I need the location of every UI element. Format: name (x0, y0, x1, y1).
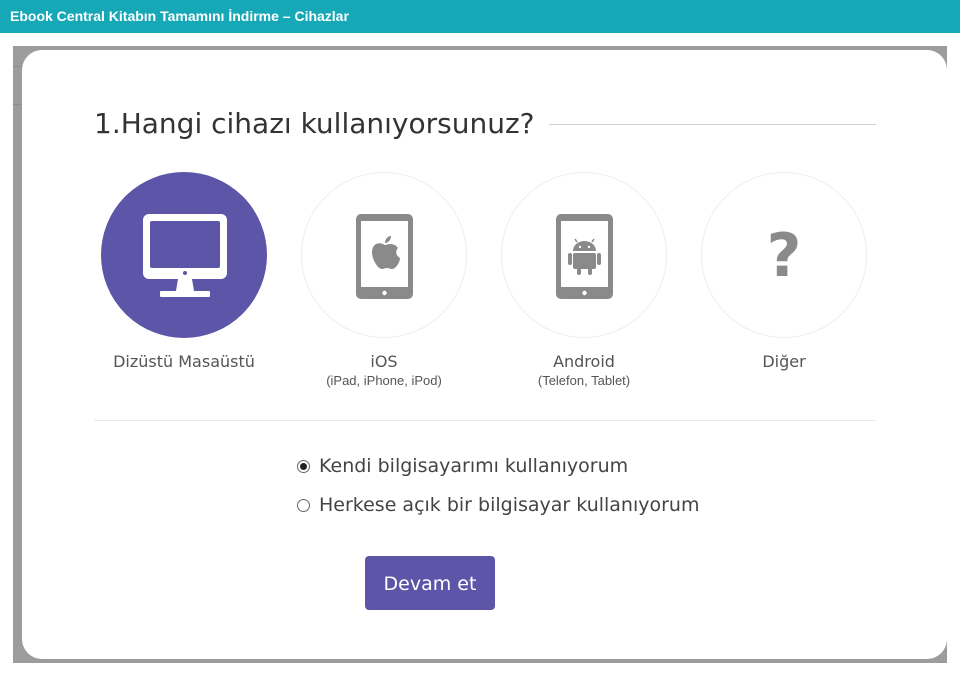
device-label-ios: iOS (370, 352, 398, 371)
device-label-android: Android (553, 352, 615, 371)
device-label-desktop: Dizüstü Masaüstü (113, 352, 255, 371)
heading-rule (549, 124, 876, 125)
device-circle-android[interactable] (501, 172, 667, 338)
device-selection-modal: 1.Hangi cihazı kullanıyorsunuz? Dizüstü … (22, 50, 947, 659)
question-mark-icon: ? (766, 221, 802, 291)
option-own-computer[interactable]: Kendi bilgisayarımı kullanıyorum (297, 454, 628, 478)
option-own-computer-label: Kendi bilgisayarımı kullanıyorum (319, 455, 629, 477)
device-sub-android: (Telefon, Tablet) (537, 373, 631, 388)
window-title: Ebook Central Kitabın Tamamını İndirme –… (10, 8, 349, 24)
device-option-other[interactable]: ? Diğer (684, 172, 884, 372)
option-public-computer[interactable]: Herkese açık bir bilgisayar kullanıyorum (297, 493, 699, 517)
device-sub-ios: (iPad, iPhone, iPod) (326, 373, 442, 388)
device-circle-other[interactable]: ? (701, 172, 867, 338)
modal-heading-row: 1.Hangi cihazı kullanıyorsunuz? (94, 106, 876, 142)
radio-own-computer[interactable] (297, 459, 310, 473)
desktop-monitor-icon (143, 214, 227, 297)
device-option-ios[interactable]: iOS (iPad, iPhone, iPod) (284, 172, 484, 390)
device-option-android[interactable]: Android (Telefon, Tablet) (484, 172, 684, 390)
apple-tablet-icon (356, 214, 413, 299)
continue-button[interactable]: Devam et (365, 556, 495, 610)
radio-public-computer[interactable] (297, 498, 310, 512)
device-circle-ios[interactable] (301, 172, 467, 338)
window-title-bar: Ebook Central Kitabın Tamamını İndirme –… (0, 0, 960, 33)
option-public-computer-label: Herkese açık bir bilgisayar kullanıyorum (319, 494, 700, 516)
device-option-desktop[interactable]: Dizüstü Masaüstü (84, 172, 284, 372)
device-circle-desktop[interactable] (101, 172, 267, 338)
section-divider (94, 420, 876, 421)
device-label-other: Diğer (762, 352, 806, 371)
modal-heading: 1.Hangi cihazı kullanıyorsunuz? (94, 107, 535, 140)
android-tablet-icon (556, 214, 613, 299)
